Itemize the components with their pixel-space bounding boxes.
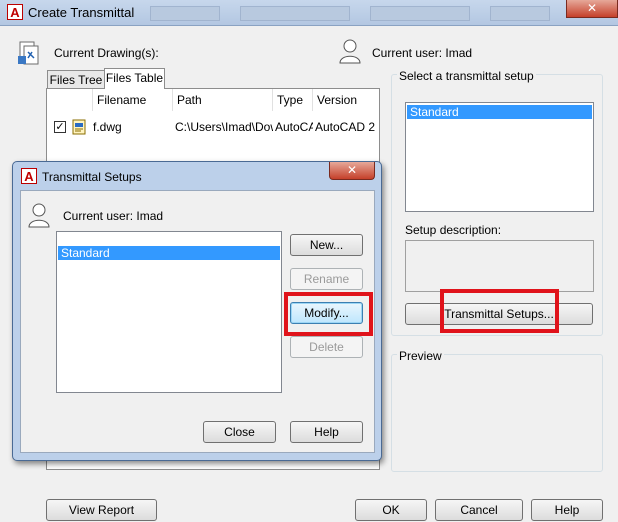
main-current-user-label: Current user: Imad bbox=[372, 46, 473, 60]
column-header-path[interactable]: Path bbox=[173, 89, 273, 111]
dialog-help-button[interactable]: Help bbox=[290, 421, 363, 443]
setup-list[interactable]: Standard bbox=[405, 102, 594, 212]
new-setup-button[interactable]: New... bbox=[290, 234, 363, 256]
delete-setup-button[interactable]: Delete bbox=[290, 336, 363, 358]
dwg-file-icon bbox=[71, 119, 87, 138]
background-window-strip bbox=[370, 6, 470, 21]
preview-group-label: Preview bbox=[397, 349, 444, 363]
autocad-app-icon: A bbox=[7, 4, 23, 20]
cancel-button[interactable]: Cancel bbox=[435, 499, 523, 521]
tab-files-tree[interactable]: Files Tree bbox=[47, 70, 105, 89]
row-filename: f.dwg bbox=[93, 120, 122, 134]
main-close-button[interactable]: ✕ bbox=[566, 0, 618, 18]
files-table-header: Filename Path Type Version bbox=[51, 89, 377, 111]
annotation-highlight-box bbox=[440, 289, 559, 333]
setup-description-label: Setup description: bbox=[405, 223, 502, 237]
ok-button[interactable]: OK bbox=[355, 499, 427, 521]
main-titlebar[interactable]: A Create Transmittal ✕ bbox=[0, 0, 618, 26]
preview-group bbox=[391, 354, 603, 472]
rename-setup-button[interactable]: Rename bbox=[290, 268, 363, 290]
dialog-current-user-label: Current user: Imad bbox=[63, 209, 164, 223]
setup-description-box bbox=[405, 240, 594, 292]
setup-list-item-standard[interactable]: Standard bbox=[407, 105, 592, 119]
dialog-title: Transmittal Setups bbox=[42, 170, 142, 184]
autocad-app-icon: A bbox=[21, 168, 37, 184]
dialog-user-icon bbox=[27, 202, 51, 228]
view-report-button[interactable]: View Report bbox=[46, 499, 157, 521]
background-window-strip bbox=[240, 6, 350, 21]
transmittal-setup-group-label: Select a transmittal setup bbox=[397, 69, 536, 83]
dialog-close-button[interactable]: ✕ bbox=[329, 162, 375, 180]
user-icon bbox=[338, 38, 362, 64]
row-checkbox[interactable]: ✓ bbox=[54, 121, 66, 133]
background-window-strip bbox=[490, 6, 550, 21]
column-header-filename[interactable]: Filename bbox=[93, 89, 173, 111]
dialog-close-text-button[interactable]: Close bbox=[203, 421, 276, 443]
tab-files-table[interactable]: Files Table bbox=[104, 68, 165, 89]
annotation-highlight-box bbox=[284, 292, 373, 336]
background-window-strip bbox=[150, 6, 220, 21]
row-path: C:\Users\Imad\Dow bbox=[175, 120, 273, 134]
column-header-type[interactable]: Type bbox=[273, 89, 313, 111]
drawing-files-icon bbox=[18, 40, 42, 69]
dialog-setup-list-item-standard[interactable]: Standard bbox=[58, 246, 280, 260]
current-drawings-label: Current Drawing(s): bbox=[54, 46, 159, 60]
row-version: AutoCAD 2 bbox=[315, 120, 376, 134]
column-header-version[interactable]: Version bbox=[313, 89, 377, 111]
row-type: AutoCA bbox=[275, 120, 313, 134]
help-button[interactable]: Help bbox=[531, 499, 603, 521]
column-header-check[interactable] bbox=[51, 89, 93, 111]
table-row[interactable]: ✓ f.dwg C:\Users\Imad\Dow AutoCA AutoCAD… bbox=[51, 117, 377, 137]
main-window-title: Create Transmittal bbox=[28, 5, 135, 20]
dialog-setup-list[interactable]: Standard bbox=[56, 231, 282, 393]
